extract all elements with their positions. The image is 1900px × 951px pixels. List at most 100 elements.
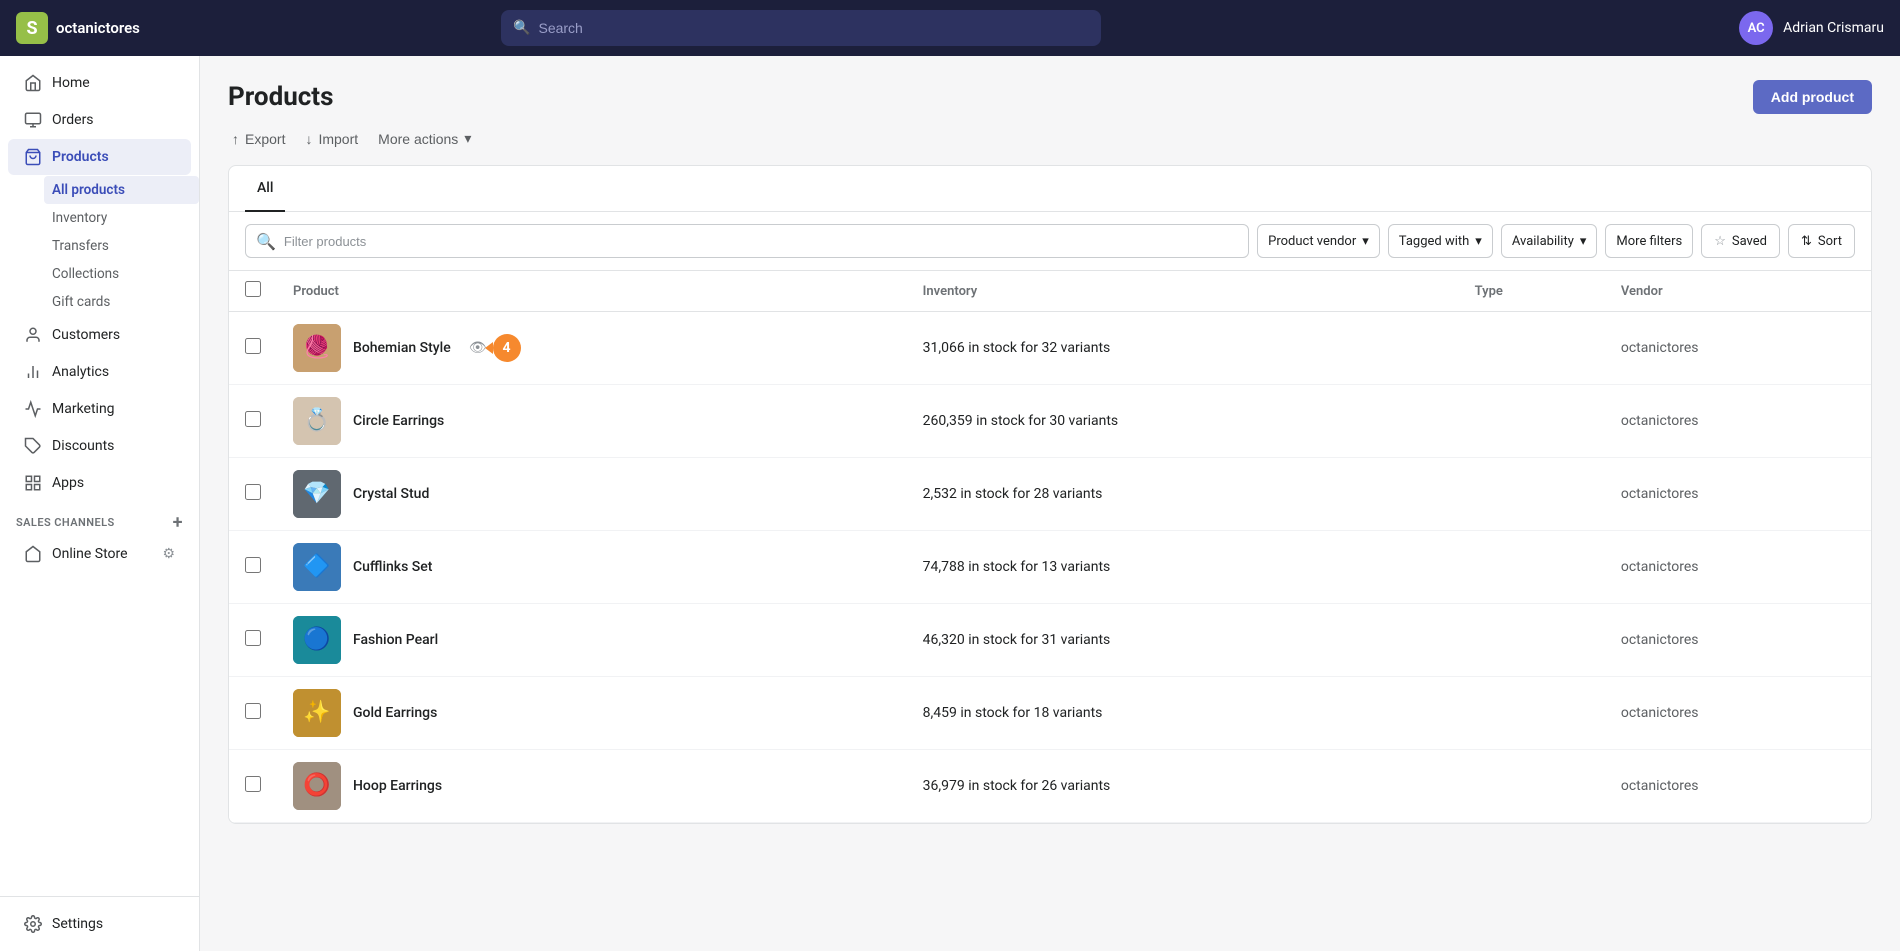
product-name[interactable]: Cufflinks Set (353, 559, 432, 575)
product-name[interactable]: Circle Earrings (353, 413, 444, 429)
vendor-value: octanictores (1621, 413, 1699, 429)
vendor-value: octanictores (1621, 632, 1699, 648)
subnav-all-products[interactable]: All products (44, 176, 199, 204)
more-actions-button[interactable]: More actions ▾ (374, 126, 475, 151)
inventory-value: 8,459 in stock for 18 variants (923, 705, 1103, 721)
sidebar-item-analytics[interactable]: Analytics (8, 354, 191, 390)
product-thumbnail: 🔷 (293, 543, 341, 591)
inventory-value: 260,359 in stock for 30 variants (923, 413, 1118, 429)
badge-tooltip: 4 (493, 334, 521, 362)
col-type: Type (1459, 271, 1605, 312)
online-store-icon (24, 545, 42, 563)
row-checkbox[interactable] (245, 484, 261, 500)
row-checkbox[interactable] (245, 411, 261, 427)
sidebar-label-products: Products (52, 149, 109, 165)
sidebar: Home Orders Products All products Invent… (0, 56, 200, 951)
brand-name: octanictores (56, 19, 140, 37)
sidebar-label-home: Home (52, 75, 90, 91)
subnav-collections[interactable]: Collections (44, 260, 199, 288)
sidebar-label-settings: Settings (52, 916, 103, 932)
sidebar-item-apps[interactable]: Apps (8, 465, 191, 501)
sidebar-label-apps: Apps (52, 475, 84, 491)
sidebar-label-analytics: Analytics (52, 364, 109, 380)
brand-logo[interactable]: S octanictores (16, 12, 176, 44)
col-product: Product (277, 271, 907, 312)
vendor-value: octanictores (1621, 486, 1699, 502)
vendor-value: octanictores (1621, 705, 1699, 721)
search-icon: 🔍 (513, 20, 530, 36)
product-cell: 🔷 Cufflinks Set (293, 543, 891, 591)
row-checkbox[interactable] (245, 557, 261, 573)
product-thumbnail: 💍 (293, 397, 341, 445)
home-icon (24, 74, 42, 92)
inventory-value: 46,320 in stock for 31 variants (923, 632, 1111, 648)
user-menu[interactable]: AC Adrian Crismaru (1739, 11, 1884, 45)
sort-button[interactable]: ⇅ Sort (1788, 224, 1855, 258)
tagged-with-filter[interactable]: Tagged with ▾ (1388, 224, 1493, 258)
product-name[interactable]: Crystal Stud (353, 486, 429, 502)
saved-filter-button[interactable]: ☆ Saved (1701, 224, 1780, 258)
product-name[interactable]: Gold Earrings (353, 705, 437, 721)
product-cell: ✨ Gold Earrings (293, 689, 891, 737)
table-row: 🔵 Fashion Pearl 46,320 in stock for 31 v… (229, 604, 1871, 677)
products-card: All 🔍 Product vendor ▾ Tagged with ▾ Ava… (228, 165, 1872, 824)
add-sales-channel-button[interactable]: + (173, 512, 183, 533)
discounts-icon (24, 437, 42, 455)
orders-icon (24, 111, 42, 129)
product-name[interactable]: Hoop Earrings (353, 778, 442, 794)
add-product-button[interactable]: Add product (1753, 80, 1872, 114)
search-bar: 🔍 (501, 10, 1101, 46)
import-icon: ↓ (305, 131, 312, 147)
product-cell: 💍 Circle Earrings (293, 397, 891, 445)
row-checkbox[interactable] (245, 630, 261, 646)
search-input[interactable] (538, 20, 1089, 36)
products-icon (24, 148, 42, 166)
export-button[interactable]: ↑ Export (228, 127, 289, 151)
svg-text:🔵: 🔵 (303, 626, 330, 652)
import-button[interactable]: ↓ Import (301, 127, 362, 151)
filter-products-input[interactable] (284, 234, 1238, 249)
more-filters-button[interactable]: More filters (1605, 224, 1693, 258)
svg-text:🔷: 🔷 (303, 553, 330, 579)
availability-filter[interactable]: Availability ▾ (1501, 224, 1598, 258)
inventory-value: 36,979 in stock for 26 variants (923, 778, 1111, 794)
table-row: 🔷 Cufflinks Set 74,788 in stock for 13 v… (229, 531, 1871, 604)
sidebar-label-customers: Customers (52, 327, 120, 343)
product-thumbnail: 💎 (293, 470, 341, 518)
row-checkbox[interactable] (245, 338, 261, 354)
sidebar-item-customers[interactable]: Customers (8, 317, 191, 353)
svg-text:⭕: ⭕ (303, 772, 330, 798)
sidebar-label-orders: Orders (52, 112, 94, 128)
online-store-label: Online Store (52, 546, 128, 562)
subnav-inventory[interactable]: Inventory (44, 204, 199, 232)
products-table: Product Inventory Type Vendor 🧶 Bohemian… (229, 271, 1871, 823)
sidebar-item-products[interactable]: Products (8, 139, 191, 175)
sidebar-item-home[interactable]: Home (8, 65, 191, 101)
inventory-value: 2,532 in stock for 28 variants (923, 486, 1103, 502)
tagged-chevron-icon: ▾ (1475, 234, 1482, 249)
row-checkbox[interactable] (245, 776, 261, 792)
row-checkbox[interactable] (245, 703, 261, 719)
online-store-settings-icon[interactable]: ⚙ (162, 546, 175, 562)
user-name: Adrian Crismaru (1783, 20, 1884, 36)
col-vendor: Vendor (1605, 271, 1871, 312)
settings-icon (24, 915, 42, 933)
vendor-value: octanictores (1621, 559, 1699, 575)
subnav-transfers[interactable]: Transfers (44, 232, 199, 260)
select-all-checkbox[interactable] (245, 281, 261, 297)
avatar: AC (1739, 11, 1773, 45)
sidebar-label-discounts: Discounts (52, 438, 114, 454)
product-name[interactable]: Bohemian Style (353, 340, 451, 356)
sidebar-item-discounts[interactable]: Discounts (8, 428, 191, 464)
product-vendor-filter[interactable]: Product vendor ▾ (1257, 224, 1380, 258)
sidebar-item-orders[interactable]: Orders (8, 102, 191, 138)
sidebar-item-online-store[interactable]: Online Store ⚙ (8, 538, 191, 570)
subnav-gift-cards[interactable]: Gift cards (44, 288, 199, 316)
sidebar-item-marketing[interactable]: Marketing (8, 391, 191, 427)
star-icon: ☆ (1714, 234, 1726, 249)
sidebar-item-settings[interactable]: Settings (8, 906, 191, 942)
product-name[interactable]: Fashion Pearl (353, 632, 438, 648)
col-inventory: Inventory (907, 271, 1459, 312)
table-row: 💍 Circle Earrings 260,359 in stock for 3… (229, 385, 1871, 458)
tab-all[interactable]: All (245, 166, 285, 212)
